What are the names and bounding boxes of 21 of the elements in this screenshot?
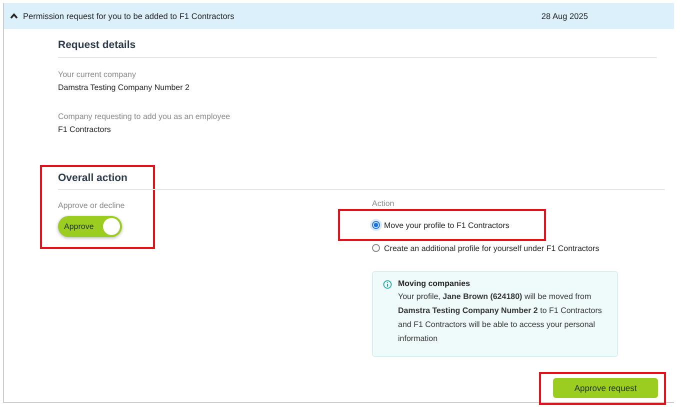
approve-toggle[interactable]: Approve <box>58 216 122 237</box>
radio-button[interactable] <box>372 244 380 252</box>
info-icon <box>383 280 392 289</box>
request-date: 28 Aug 2025 <box>541 11 588 21</box>
field-value: Damstra Testing Company Number 2 <box>58 83 190 92</box>
field-label: Company requesting to add you as an employee <box>58 112 232 121</box>
option-label[interactable]: Create an additional profile for yourself under F1 Contractors <box>384 244 600 252</box>
section-heading: Overall action <box>58 172 128 184</box>
info-title: Moving companies <box>398 279 472 288</box>
field-label: Approve or decline <box>58 201 126 210</box>
option-label[interactable]: Move your profile to F1 Contractors <box>384 220 510 230</box>
field-value: F1 Contractors <box>58 125 112 134</box>
accordion-header[interactable]: Permission request for you to be added to F1 Contractors 28 Aug 2025 <box>4 3 674 29</box>
chevron-icon <box>10 13 18 19</box>
approve-button[interactable]: Approve request <box>553 378 658 398</box>
field-label: Your current company <box>58 70 137 79</box>
field-label: Action <box>372 199 396 208</box>
radio-button[interactable] <box>372 221 380 229</box>
info-text: Your profile, Jane Brown (624180) will be moved from Damstra Testing Company Number 2 to F1 Contractors and F1 Contractors will be able to access your personal information <box>398 291 603 345</box>
section-heading: Request details <box>58 39 137 51</box>
request-title: Permission request for you to be added to F1 Contractors <box>23 11 236 21</box>
